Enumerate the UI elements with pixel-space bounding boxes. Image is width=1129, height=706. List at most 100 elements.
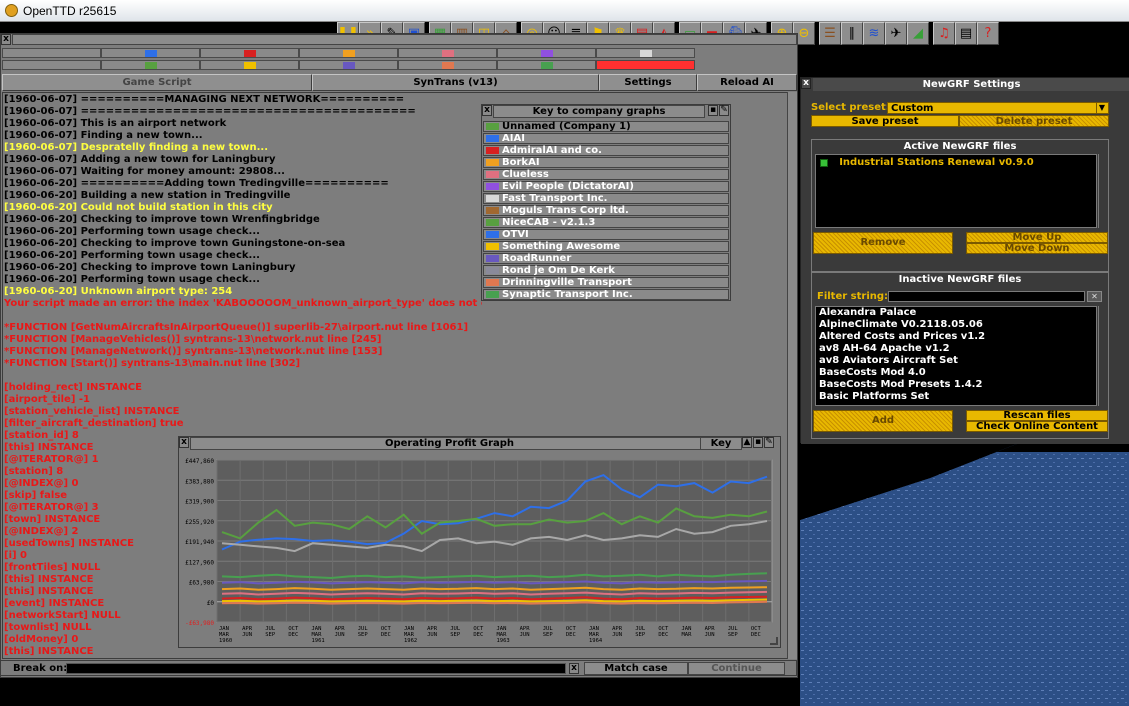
company-button[interactable] xyxy=(299,48,398,58)
key-entry[interactable]: RoadRunner xyxy=(483,253,729,264)
key-entry[interactable]: Drinningville Transport xyxy=(483,277,729,288)
help-icon[interactable]: ? xyxy=(977,22,999,45)
clear-break-icon[interactable]: x xyxy=(569,663,579,674)
graph-title[interactable]: Operating Profit Graph xyxy=(190,437,709,450)
graph-debug-icon[interactable]: ▲ xyxy=(742,437,752,448)
inactive-file-item[interactable]: av8 Aviators Aircraft Set xyxy=(816,355,1096,367)
company-button[interactable] xyxy=(398,60,497,70)
company-color-icon xyxy=(486,219,499,226)
key-entry[interactable]: Rond je Om De Kerk xyxy=(483,265,729,276)
close-icon[interactable]: x xyxy=(1,34,11,45)
landscaping-icon[interactable]: ◢ xyxy=(907,22,929,45)
filter-label: Filter string: xyxy=(817,291,889,302)
company-button[interactable] xyxy=(101,48,200,58)
inactive-file-item[interactable]: av8 AH-64 Apache v1.2 xyxy=(816,343,1096,355)
clear-filter-icon[interactable]: ✕ xyxy=(1087,291,1102,302)
inactive-files-panel: Inactive NewGRF files Filter string: ✕ A… xyxy=(811,272,1109,439)
water-build-icon[interactable]: ≋ xyxy=(863,22,885,45)
company-button[interactable] xyxy=(299,60,398,70)
key-entry[interactable]: NiceCAB - v2.1.3 xyxy=(483,217,729,228)
window-title: OpenTTD r25615 xyxy=(23,3,117,18)
inactive-file-item[interactable]: Basic Platforms Set xyxy=(816,391,1096,403)
company-color-icon xyxy=(486,291,499,298)
log-line: [1960-06-20] ==========Adding town Tredi… xyxy=(4,178,389,189)
inactive-file-item[interactable]: Altered Costs and Prices v1.2 xyxy=(816,331,1096,343)
company-button[interactable] xyxy=(2,48,101,58)
tab-syntrans[interactable]: SynTrans (v13) xyxy=(312,74,599,91)
rail-build-icon[interactable]: ☰ xyxy=(819,22,841,45)
resize-grip-icon[interactable] xyxy=(770,637,778,645)
inactive-scrollbar[interactable] xyxy=(1098,306,1108,406)
active-files-list[interactable]: Industrial Stations Renewal v0.9.0 xyxy=(815,154,1097,228)
graph-shade-icon[interactable]: ▪ xyxy=(753,437,763,448)
key-entry[interactable]: Moguls Trans Corp ltd. xyxy=(483,205,729,216)
key-entry[interactable]: Unnamed (Company 1) xyxy=(483,121,729,132)
inactive-file-item[interactable]: BaseCosts Mod Presets 1.4.2 xyxy=(816,379,1096,391)
tab-game-script[interactable]: Game Script xyxy=(2,74,312,91)
log-line: [1960-06-07] Waiting for money amount: 2… xyxy=(4,166,285,177)
ai-debug-titlebar[interactable] xyxy=(12,34,797,45)
key-entry[interactable]: AIAI xyxy=(483,133,729,144)
filter-input[interactable] xyxy=(888,291,1085,302)
delete-preset-button[interactable]: Delete preset xyxy=(959,115,1109,127)
music-icon[interactable]: ♫ xyxy=(933,22,955,45)
road-build-icon[interactable]: ∥ xyxy=(841,22,863,45)
graph-sticky-icon[interactable]: ✎ xyxy=(764,437,774,448)
add-button[interactable]: Add xyxy=(813,410,953,432)
move-down-button[interactable]: Move Down xyxy=(966,243,1108,254)
inactive-file-item[interactable]: Alexandra Palace xyxy=(816,307,1096,319)
messages-icon[interactable]: ▤ xyxy=(955,22,977,45)
break-on-input[interactable] xyxy=(66,663,566,674)
inactive-files-list[interactable]: Alexandra Palace AlpineClimate V0.2118.05… xyxy=(815,306,1097,406)
key-close-icon[interactable]: x xyxy=(482,105,492,116)
check-online-content-button[interactable]: Check Online Content xyxy=(966,421,1108,432)
company-color-icon xyxy=(639,50,652,57)
key-entry[interactable]: Fast Transport Inc. xyxy=(483,193,729,204)
key-entry-label: OTVI xyxy=(502,229,529,240)
key-entry[interactable]: OTVI xyxy=(483,229,729,240)
active-file-item[interactable]: Industrial Stations Renewal v0.9.0 xyxy=(820,157,1034,169)
key-window-title[interactable]: Key to company graphs xyxy=(493,105,705,118)
x-tick-label: 1961 xyxy=(312,638,325,644)
company-button[interactable] xyxy=(101,60,200,70)
log-line: [filter_aircraft_destination] true xyxy=(4,418,184,429)
match-case-button[interactable]: Match case xyxy=(584,662,688,675)
x-tick-label: SEP xyxy=(543,632,554,638)
key-entry-label: Unnamed (Company 1) xyxy=(502,121,631,132)
active-scrollbar[interactable] xyxy=(1098,154,1108,228)
company-button[interactable] xyxy=(200,60,299,70)
rescan-files-button[interactable]: Rescan files xyxy=(966,410,1108,421)
air-build-icon[interactable]: ✈ xyxy=(885,22,907,45)
company-button[interactable] xyxy=(200,48,299,58)
key-entry[interactable]: Evil People (DictatorAI) xyxy=(483,181,729,192)
reload-ai-button[interactable]: Reload AI xyxy=(697,74,797,91)
company-button[interactable] xyxy=(398,48,497,58)
company-button[interactable] xyxy=(497,48,596,58)
settings-button[interactable]: Settings xyxy=(599,74,697,91)
key-entry[interactable]: Something Awesome xyxy=(483,241,729,252)
company-button[interactable] xyxy=(596,48,695,58)
company-button[interactable] xyxy=(497,60,596,70)
log-scrollbar[interactable] xyxy=(787,92,797,659)
save-preset-button[interactable]: Save preset xyxy=(811,115,959,127)
key-entry[interactable]: AdmiralAI and co. xyxy=(483,145,729,156)
key-shade-icon[interactable]: ▪ xyxy=(708,105,718,116)
key-entry[interactable]: Clueless xyxy=(483,169,729,180)
newgrf-title[interactable]: NewGRF Settings xyxy=(813,78,1129,91)
preset-dropdown[interactable]: Custom ▼ xyxy=(887,102,1109,114)
inactive-file-item[interactable]: AlpineClimate V0.2118.05.06 xyxy=(816,319,1096,331)
company-button-selected[interactable] xyxy=(596,60,695,70)
key-entry[interactable]: Synaptic Transport Inc. xyxy=(483,289,729,300)
continue-button[interactable]: Continue xyxy=(688,662,785,675)
newgrf-close-icon[interactable]: x xyxy=(801,78,811,89)
company-button[interactable] xyxy=(2,60,101,70)
graph-key-button[interactable]: Key xyxy=(700,437,742,450)
graph-close-icon[interactable]: x xyxy=(179,437,189,448)
key-entry[interactable]: BorkAI xyxy=(483,157,729,168)
move-up-button[interactable]: Move Up xyxy=(966,232,1108,243)
inactive-file-item[interactable]: BaseCosts Mod 4.0 xyxy=(816,367,1096,379)
key-sticky-icon[interactable]: ✎ xyxy=(719,105,729,116)
company-color-icon xyxy=(144,62,157,69)
remove-button[interactable]: Remove xyxy=(813,232,953,254)
company-color-icon xyxy=(243,62,256,69)
